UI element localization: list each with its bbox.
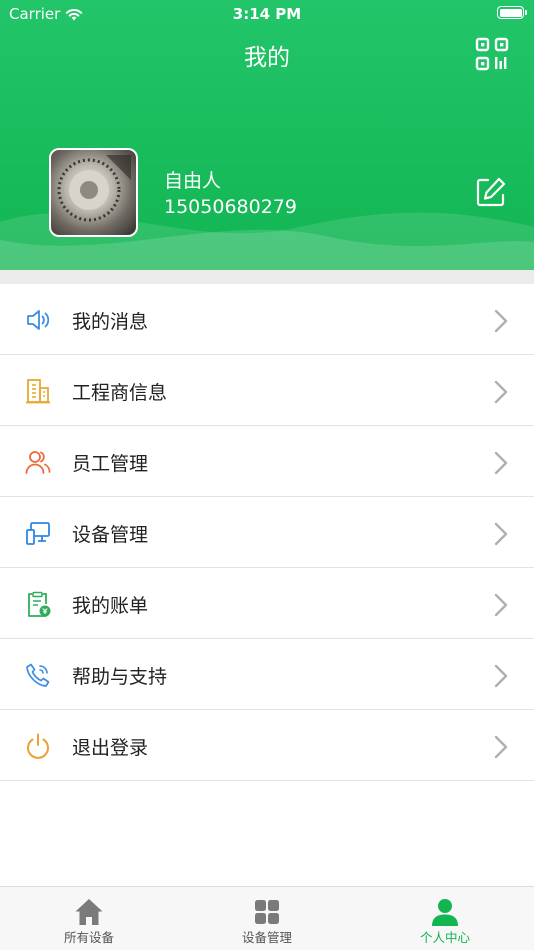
menu-item-my-bills[interactable]: 我的账单	[0, 568, 534, 639]
chevron-right-icon	[494, 522, 508, 546]
profile-header: Carrier 3:14 PM 我的 自由人 15050680279	[0, 0, 534, 272]
profile-name: 自由人	[164, 170, 222, 192]
power-icon	[27, 733, 49, 759]
menu-item-logout[interactable]: 退出登录	[0, 710, 534, 781]
menu-item-label: 帮助与支持	[72, 666, 168, 688]
status-time: 3:14 PM	[232, 5, 302, 23]
users-icon	[25, 451, 51, 474]
avatar-photo	[57, 155, 131, 222]
tab-bar: 所有设备 设备管理 个人中心	[0, 886, 534, 950]
computer-icon	[26, 522, 50, 545]
status-bar: Carrier 3:14 PM	[0, 0, 534, 28]
tab-label: 所有设备	[63, 930, 114, 945]
chevron-right-icon	[494, 664, 508, 688]
menu-item-label: 我的消息	[72, 311, 149, 333]
phone-icon	[26, 663, 50, 687]
qr-code-icon[interactable]	[474, 36, 510, 72]
tab-label: 个人中心	[419, 930, 470, 945]
menu-item-label: 工程商信息	[72, 382, 168, 404]
settings-menu: 我的消息 工程商信息 员工管理 设备管理 我的账单 帮助与支持 退出登录	[0, 284, 534, 781]
home-icon	[75, 899, 103, 925]
building-icon	[26, 379, 50, 404]
menu-item-contractor-info[interactable]: 工程商信息	[0, 355, 534, 426]
menu-item-help-support[interactable]: 帮助与支持	[0, 639, 534, 710]
menu-item-label: 员工管理	[72, 453, 149, 475]
person-icon	[432, 899, 458, 926]
menu-item-label: 我的账单	[72, 595, 149, 617]
menu-item-label: 退出登录	[72, 737, 149, 759]
page-title: 我的	[244, 45, 290, 71]
section-divider	[0, 270, 534, 284]
chevron-right-icon	[494, 593, 508, 617]
speaker-icon	[27, 310, 50, 330]
menu-item-device-management[interactable]: 设备管理	[0, 497, 534, 568]
menu-item-label: 设备管理	[72, 524, 149, 546]
edit-icon[interactable]	[474, 175, 508, 209]
menu-item-staff-management[interactable]: 员工管理	[0, 426, 534, 497]
menu-item-messages[interactable]: 我的消息	[0, 284, 534, 355]
chevron-right-icon	[494, 735, 508, 759]
chevron-right-icon	[494, 451, 508, 475]
avatar[interactable]	[49, 148, 138, 237]
grid-icon	[255, 900, 279, 924]
tab-device-management[interactable]: 设备管理	[178, 887, 356, 950]
tab-all-devices[interactable]: 所有设备	[0, 887, 178, 950]
battery-icon	[497, 6, 527, 19]
tab-label: 设备管理	[241, 930, 292, 945]
chevron-right-icon	[494, 380, 508, 404]
bill-icon	[28, 591, 51, 617]
chevron-right-icon	[494, 309, 508, 333]
tab-personal-center[interactable]: 个人中心	[356, 887, 534, 950]
profile-phone: 15050680279	[164, 196, 297, 218]
